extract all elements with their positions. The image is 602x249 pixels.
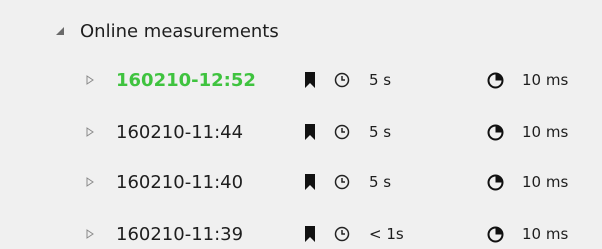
measurement-name: 160210-11:44 — [116, 121, 244, 143]
measurement-row[interactable]: 160210-11:39 < 1s 10 ms — [0, 212, 602, 249]
measurement-name: 160210-12:52 — [116, 69, 256, 91]
clock-icon — [334, 212, 350, 249]
clock-icon — [334, 58, 350, 102]
duration-value: 10 ms — [522, 71, 569, 89]
duration-value: 10 ms — [522, 173, 569, 191]
group-label: Online measurements — [80, 20, 279, 42]
interval-value: 5 s — [369, 123, 392, 141]
measurement-name: 160210-11:40 — [116, 171, 244, 193]
expand-caret-icon[interactable] — [86, 110, 94, 154]
measurements-tree: Online measurements 160210-12:52 5 s 10 … — [0, 0, 602, 249]
clock-icon — [334, 160, 350, 204]
measurement-row[interactable]: 160210-12:52 5 s 10 ms — [0, 58, 602, 102]
duration-value: 10 ms — [522, 225, 569, 243]
clock-icon — [334, 110, 350, 154]
pie-clock-icon — [487, 58, 504, 102]
bookmark-icon[interactable] — [304, 58, 316, 102]
expand-caret-icon[interactable] — [86, 58, 94, 102]
expanded-caret-icon[interactable] — [55, 11, 65, 51]
measurement-row[interactable]: 160210-11:44 5 s 10 ms — [0, 110, 602, 154]
pie-clock-icon — [487, 110, 504, 154]
bookmark-icon[interactable] — [304, 110, 316, 154]
interval-value: 5 s — [369, 173, 392, 191]
bookmark-icon[interactable] — [304, 212, 316, 249]
interval-value: 5 s — [369, 71, 392, 89]
duration-value: 10 ms — [522, 123, 569, 141]
measurement-row[interactable]: 160210-11:40 5 s 10 ms — [0, 160, 602, 204]
online-measurements-group-header[interactable]: Online measurements — [0, 11, 602, 51]
bookmark-icon[interactable] — [304, 160, 316, 204]
measurement-name: 160210-11:39 — [116, 223, 244, 245]
interval-value: < 1s — [369, 225, 404, 243]
expand-caret-icon[interactable] — [86, 212, 94, 249]
expand-caret-icon[interactable] — [86, 160, 94, 204]
pie-clock-icon — [487, 160, 504, 204]
pie-clock-icon — [487, 212, 504, 249]
